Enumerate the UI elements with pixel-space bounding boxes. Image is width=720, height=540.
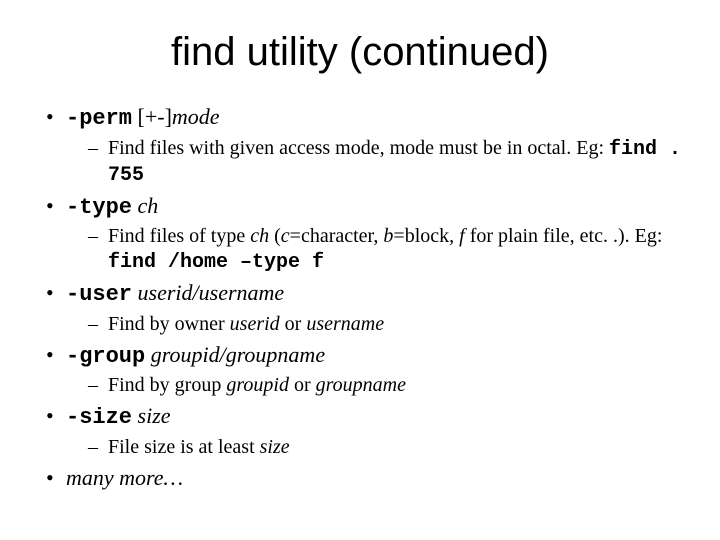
option-arg: size [138,403,171,428]
bullet-list: -perm [+-]mode Find files with given acc… [44,103,684,493]
sub-list: Find by group groupid or groupname [66,373,684,398]
code-var: b [383,225,393,247]
code-var: userid [230,313,280,335]
sub-item: Find by owner userid or username [88,312,684,337]
option-arg: ch [138,193,159,218]
sub-list: File size is at least size [66,435,684,460]
sub-text: or [280,313,307,335]
list-item: -type ch Find files of type ch (c=charac… [44,192,684,276]
option-flag: -size [66,405,132,430]
sub-text: or [289,374,316,396]
option-arg: mode [172,104,220,129]
sub-list: Find files of type ch (c=character, b=bl… [66,224,684,275]
more-text: many more… [66,465,183,490]
sub-text: Find by group [108,374,226,396]
option-arg: groupid/groupname [151,342,325,367]
sub-text: Find files of type [108,225,250,247]
sub-text: File size is at least [108,436,260,458]
list-item: many more… [44,464,684,493]
sub-text: ( [269,225,281,247]
sub-item: Find by group groupid or groupname [88,373,684,398]
sub-item: Find files with given access mode, mode … [88,136,684,188]
list-item: -user userid/username Find by owner user… [44,279,684,337]
option-tail: [+-] [132,104,172,129]
sub-item: Find files of type ch (c=character, b=bl… [88,224,684,275]
sub-text: for plain file, etc. .). Eg: [465,225,663,247]
option-flag: -type [66,195,132,220]
sub-text: Find files with given access mode, mode … [108,137,609,159]
option-flag: -perm [66,106,132,131]
sub-text: Find by owner [108,313,230,335]
code-var: groupid [226,374,289,396]
slide-title: find utility (continued) [36,30,684,75]
sub-item: File size is at least size [88,435,684,460]
option-flag: -group [66,344,145,369]
list-item: -group groupid/groupname Find by group g… [44,341,684,399]
list-item: -perm [+-]mode Find files with given acc… [44,103,684,188]
example-code: find /home –type f [108,251,324,274]
option-flag: -user [66,282,132,307]
sub-list: Find files with given access mode, mode … [66,136,684,188]
code-var: ch [250,225,269,247]
sub-list: Find by owner userid or username [66,312,684,337]
sub-text: =character, [290,225,384,247]
option-arg: userid/username [138,280,285,305]
code-var: groupname [316,374,406,396]
sub-text: =block, [393,225,459,247]
code-var: username [306,313,384,335]
code-var: c [281,225,290,247]
list-item: -size size File size is at least size [44,402,684,460]
slide: find utility (continued) -perm [+-]mode … [0,0,720,540]
code-var: size [260,436,290,458]
